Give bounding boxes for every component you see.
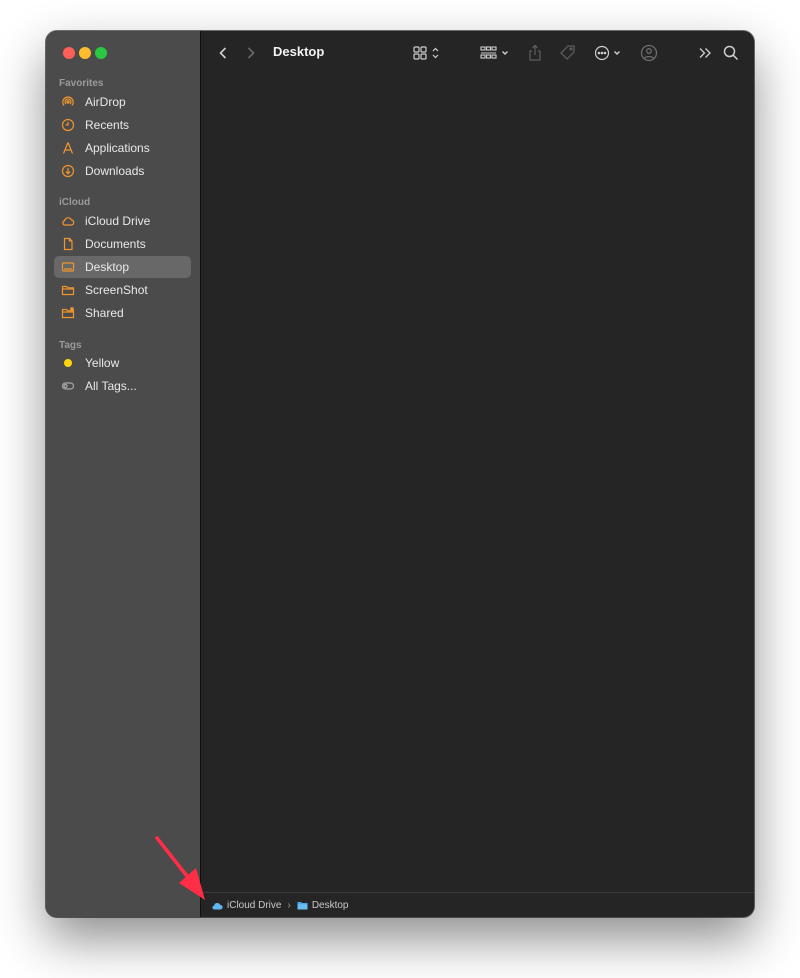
sidebar-item-all-tags[interactable]: All Tags... xyxy=(54,375,191,397)
airdrop-icon xyxy=(60,94,76,110)
sidebar-item-label: All Tags... xyxy=(85,379,137,393)
sidebar-item-label: iCloud Drive xyxy=(85,214,151,228)
window-title: Desktop xyxy=(273,44,325,59)
sidebar-item-label: ScreenShot xyxy=(85,283,148,297)
icon-view-icon xyxy=(413,46,439,60)
shared-folder-icon xyxy=(60,305,76,321)
double-chevron-right-icon xyxy=(699,48,711,58)
chevron-right-icon xyxy=(247,47,255,59)
clock-icon xyxy=(60,117,76,133)
group-by-icon xyxy=(480,46,508,59)
all-tags-icon xyxy=(60,378,76,394)
close-button[interactable] xyxy=(63,47,75,59)
desktop-icon xyxy=(60,259,76,275)
folder-icon xyxy=(60,282,76,298)
main-content: Desktop iCloud Drive › Desktop xyxy=(201,31,754,917)
view-mode-button[interactable] xyxy=(413,43,443,63)
section-label-favorites: Favorites xyxy=(59,78,104,89)
cloud-icon xyxy=(212,902,223,909)
document-icon xyxy=(60,236,76,252)
folder-icon xyxy=(297,901,308,909)
sidebar-item-recents[interactable]: Recents xyxy=(54,114,191,136)
sidebar-item-applications[interactable]: Applications xyxy=(54,137,191,159)
path-bar: iCloud Drive › Desktop xyxy=(211,898,349,912)
path-segment-desktop[interactable]: Desktop xyxy=(297,900,349,911)
sidebar-item-airdrop[interactable]: AirDrop xyxy=(54,91,191,113)
more-icon xyxy=(594,45,620,61)
share-icon xyxy=(529,44,541,61)
sidebar-item-label: Shared xyxy=(85,306,124,320)
section-label-icloud: iCloud xyxy=(59,197,91,208)
path-segment-icloud-drive[interactable]: iCloud Drive xyxy=(211,900,281,911)
chevron-left-icon xyxy=(219,47,227,59)
back-button[interactable] xyxy=(216,43,230,63)
path-segment-label: Desktop xyxy=(311,899,349,911)
minimize-button[interactable] xyxy=(79,47,91,59)
download-icon xyxy=(60,163,76,179)
action-menu-button[interactable] xyxy=(594,43,624,63)
search-button[interactable] xyxy=(722,43,740,63)
airdrop-share-button[interactable] xyxy=(639,43,659,63)
sidebar-item-label: Applications xyxy=(85,141,150,155)
sidebar: Favorites AirDrop Recents Applications D… xyxy=(46,31,200,917)
path-segment-label: iCloud Drive xyxy=(227,899,282,911)
user-sharing-icon xyxy=(640,44,658,62)
sidebar-item-shared[interactable]: Shared xyxy=(54,302,191,324)
sidebar-item-label: AirDrop xyxy=(85,95,126,109)
sidebar-item-label: Documents xyxy=(85,237,146,251)
zoom-button[interactable] xyxy=(95,47,107,59)
sidebar-item-label: Downloads xyxy=(85,164,145,178)
toolbar: Desktop xyxy=(201,31,754,75)
tag-icon xyxy=(560,45,575,60)
section-label-tags: Tags xyxy=(59,340,82,351)
search-icon xyxy=(723,45,739,61)
sidebar-item-label: Yellow xyxy=(85,356,120,370)
chevron-right-icon: › xyxy=(287,899,291,911)
sidebar-item-label: Desktop xyxy=(85,260,130,274)
cloud-icon xyxy=(60,213,76,229)
tag-button[interactable] xyxy=(559,43,577,63)
yellow-tag-dot xyxy=(60,355,76,371)
forward-button[interactable] xyxy=(244,43,258,63)
overflow-button[interactable] xyxy=(697,43,713,63)
sidebar-item-label: Recents xyxy=(85,118,130,132)
path-bar-divider xyxy=(201,892,754,893)
applications-icon xyxy=(60,140,76,156)
sidebar-item-screenshot[interactable]: ScreenShot xyxy=(54,279,191,301)
sidebar-item-desktop[interactable]: Desktop xyxy=(54,256,191,278)
sidebar-item-tag-yellow[interactable]: Yellow xyxy=(54,352,191,374)
sidebar-item-documents[interactable]: Documents xyxy=(54,233,191,255)
finder-window: Favorites AirDrop Recents Applications D… xyxy=(46,31,754,917)
share-button[interactable] xyxy=(527,43,543,63)
group-button[interactable] xyxy=(480,43,512,63)
sidebar-item-downloads[interactable]: Downloads xyxy=(54,160,191,182)
sidebar-item-icloud-drive[interactable]: iCloud Drive xyxy=(54,210,191,232)
